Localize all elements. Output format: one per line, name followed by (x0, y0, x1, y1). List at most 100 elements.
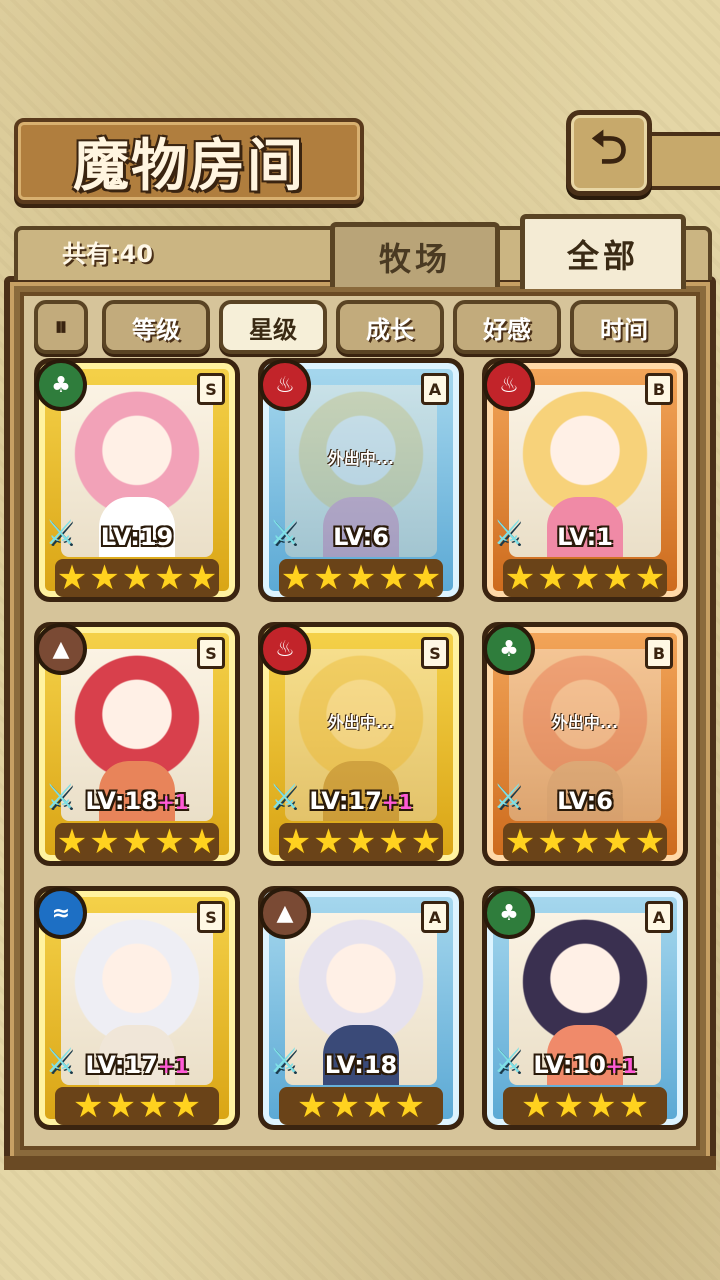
star-icon: ★ (345, 558, 377, 598)
star-icon: ★ (410, 558, 442, 598)
monster-card[interactable]: ♣ S ⚔ LV:19 ★ ★ ★ ★ ★ (34, 358, 240, 602)
star-icon: ★ (154, 822, 185, 862)
back-button[interactable]: ⮌ (566, 110, 652, 196)
star-icon: ★ (56, 822, 88, 862)
level-label: LV:6 (487, 787, 683, 815)
sort-by-affection-button[interactable]: 好感 (453, 300, 561, 354)
monster-card[interactable]: ♣ B ⚔ 外出中... LV:6 ★ ★ ★ ★ ★ (482, 622, 688, 866)
grade-badge: B (645, 373, 673, 405)
star-rating: ★ ★ ★ ★ ★ (279, 559, 443, 597)
star-icon: ★ (121, 822, 153, 862)
star-icon: ★ (138, 1086, 169, 1126)
star-icon: ★ (154, 558, 185, 598)
level-value: LV:10 (533, 1051, 606, 1079)
star-icon: ★ (410, 822, 442, 862)
star-rating: ★ ★ ★ ★ (279, 1087, 443, 1125)
level-label: LV:17+1 (39, 1051, 235, 1079)
rock-element-icon: ▲ (259, 887, 311, 939)
sort-by-star-button[interactable]: 星级 (219, 300, 327, 354)
star-icon: ★ (537, 558, 568, 598)
grade-badge: B (645, 637, 673, 669)
grass-element-icon: ♣ (483, 887, 535, 939)
monster-card[interactable]: ♨ A ⚔ 外出中... LV:6 ★ ★ ★ ★ ★ (258, 358, 464, 602)
back-arrow-icon: ⮌ (590, 120, 628, 174)
grade-badge: S (197, 901, 225, 933)
level-label: LV:1 (487, 523, 683, 551)
level-value: LV:6 (333, 523, 389, 551)
star-icon: ★ (186, 558, 218, 598)
star-icon: ★ (602, 822, 633, 862)
star-icon: ★ (280, 822, 312, 862)
star-icon: ★ (537, 822, 568, 862)
level-value: LV:17 (85, 1051, 158, 1079)
monster-count: 共有:40 (62, 240, 153, 268)
star-rating: ★ ★ ★ ★ (55, 1087, 219, 1125)
star-icon: ★ (56, 558, 88, 598)
star-icon: ★ (378, 822, 409, 862)
star-icon: ★ (504, 558, 536, 598)
star-icon: ★ (602, 558, 633, 598)
level-label: LV:6 (263, 523, 459, 551)
star-icon: ★ (362, 1086, 393, 1126)
tab-ranch[interactable]: 牧场 (330, 222, 500, 287)
star-icon: ★ (504, 822, 536, 862)
away-status-label: 外出中... (327, 713, 395, 732)
grade-badge: A (421, 373, 449, 405)
star-icon: ★ (297, 1086, 328, 1126)
level-value: LV:19 (100, 523, 174, 551)
grade-badge: S (197, 373, 225, 405)
panel-bottom-edge (4, 1156, 716, 1170)
star-icon: ★ (186, 822, 218, 862)
star-icon: ★ (521, 1086, 552, 1126)
star-icon: ★ (569, 822, 601, 862)
sort-order-toggle[interactable]: ⏸ (34, 300, 88, 354)
fire-element-icon: ♨ (259, 623, 311, 675)
monster-card[interactable]: ♨ S ⚔ 外出中... LV:17+1 ★ ★ ★ ★ ★ (258, 622, 464, 866)
star-icon: ★ (89, 558, 120, 598)
level-value: LV:1 (557, 523, 613, 551)
fire-element-icon: ♨ (483, 359, 535, 411)
star-icon: ★ (586, 1086, 617, 1126)
star-icon: ★ (89, 822, 120, 862)
star-icon: ★ (618, 1086, 649, 1126)
away-status-label: 外出中... (327, 449, 395, 468)
grass-element-icon: ♣ (35, 359, 87, 411)
star-icon: ★ (569, 558, 601, 598)
level-label: LV:18 (263, 1051, 459, 1079)
level-value: LV:18 (85, 787, 158, 815)
fire-element-icon: ♨ (259, 359, 311, 411)
sort-by-level-button[interactable]: 等级 (102, 300, 210, 354)
monster-card[interactable]: ▲ S ⚔ LV:18+1 ★ ★ ★ ★ ★ (34, 622, 240, 866)
level-bonus: +1 (157, 1054, 189, 1078)
sort-by-growth-button[interactable]: 成长 (336, 300, 444, 354)
star-icon: ★ (170, 1086, 201, 1126)
level-value: LV:17 (309, 787, 382, 815)
monster-card[interactable]: ♨ B ⚔ LV:1 ★ ★ ★ ★ ★ (482, 358, 688, 602)
grass-element-icon: ♣ (483, 623, 535, 675)
rock-element-icon: ▲ (35, 623, 87, 675)
star-icon: ★ (634, 558, 666, 598)
monster-card[interactable]: ♣ A ⚔ LV:10+1 ★ ★ ★ ★ (482, 886, 688, 1130)
level-bonus: +1 (157, 790, 189, 814)
sort-by-time-button[interactable]: 时间 (570, 300, 678, 354)
star-icon: ★ (73, 1086, 104, 1126)
tab-all[interactable]: 全部 (520, 214, 686, 289)
sort-order-icon: ⏸ (54, 311, 68, 342)
star-icon: ★ (121, 558, 153, 598)
level-label: LV:10+1 (487, 1051, 683, 1079)
level-label: LV:19 (39, 523, 235, 551)
star-rating: ★ ★ ★ ★ ★ (279, 823, 443, 861)
level-bonus: +1 (381, 790, 413, 814)
star-rating: ★ ★ ★ ★ (503, 1087, 667, 1125)
level-label: LV:17+1 (263, 787, 459, 815)
monster-card[interactable]: ≈ S ⚔ LV:17+1 ★ ★ ★ ★ (34, 886, 240, 1130)
star-rating: ★ ★ ★ ★ ★ (503, 559, 667, 597)
back-button-rail (640, 132, 720, 190)
star-icon: ★ (345, 822, 377, 862)
star-icon: ★ (313, 822, 344, 862)
grade-badge: S (421, 637, 449, 669)
level-value: LV:18 (324, 1051, 398, 1079)
star-icon: ★ (394, 1086, 425, 1126)
star-rating: ★ ★ ★ ★ ★ (55, 559, 219, 597)
monster-card[interactable]: ▲ A ⚔ LV:18 ★ ★ ★ ★ (258, 886, 464, 1130)
